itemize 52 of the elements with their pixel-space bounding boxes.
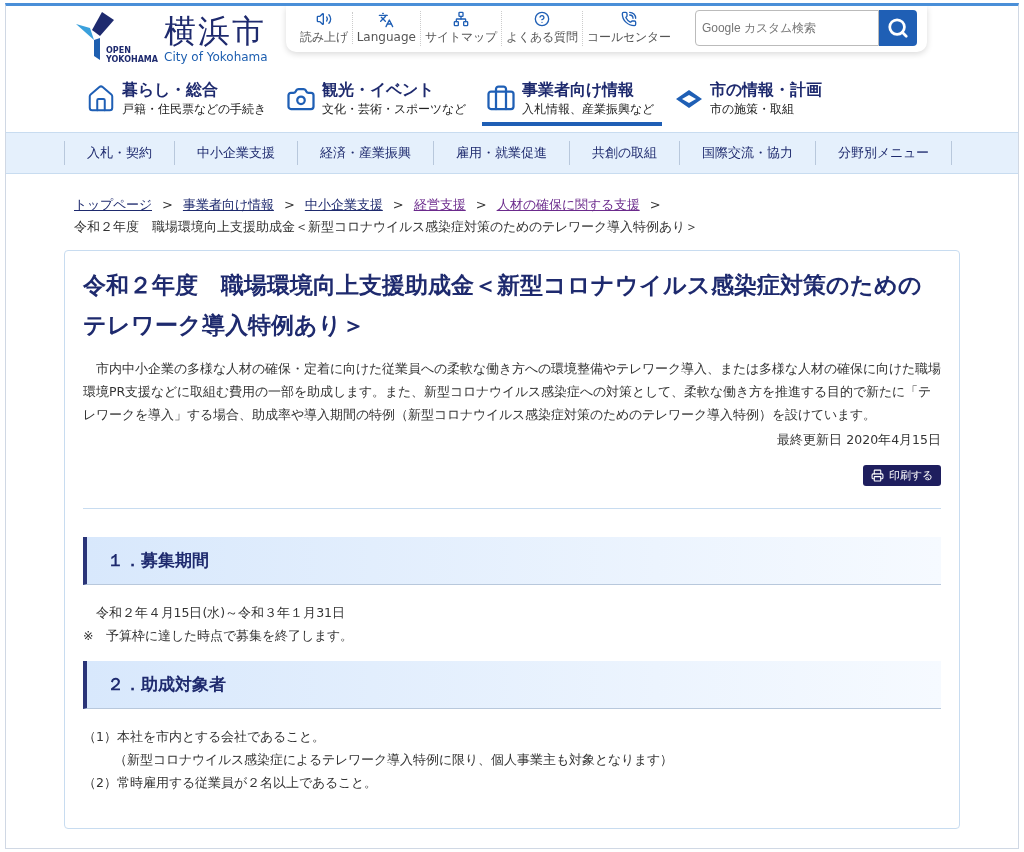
utility-link[interactable]: Language: [351, 12, 420, 44]
main-nav-tab[interactable]: 暮らし・総合 戸籍・住民票などの手続き: [82, 82, 274, 126]
sub-nav-link[interactable]: 雇用・就業促進: [433, 141, 569, 165]
sub-nav-link[interactable]: 入札・契約: [64, 141, 174, 165]
sub-nav-link[interactable]: 中小企業支援: [174, 141, 297, 165]
breadcrumb-separator: >: [475, 197, 487, 212]
utility-link[interactable]: サイトマップ: [419, 10, 501, 46]
utility-link[interactable]: よくある質問: [500, 10, 582, 46]
print-button[interactable]: 印刷する: [863, 465, 941, 486]
search-button[interactable]: [878, 10, 917, 46]
search-field[interactable]: Google カスタム検索: [694, 10, 879, 46]
diamond-icon: [674, 88, 704, 110]
main-nav-tab[interactable]: 観光・イベント 文化・芸術・スポーツなど: [282, 82, 474, 126]
phone-icon: [620, 10, 637, 27]
body-text: （新型コロナウイルス感染症によるテレワーク導入特例に限り、個人事業主も対象となります）: [113, 751, 675, 769]
printer-icon: [871, 469, 884, 482]
main-nav-tab[interactable]: 事業者向け情報 入札情報、産業振興など: [482, 82, 662, 126]
breadcrumb-separator: >: [162, 197, 173, 212]
breadcrumb-separator: >: [649, 197, 661, 212]
lead-paragraph: 市内中小企業の多様な人材の確保・定着に向けた従業員への柔軟な働き方への環境整備やテレワーク導入、または多様な人材の確保に向けた職場環境PR支援などに取組む費用の一部を助成します。また、新型コロナウイルス感染症への対策として、柔軟な働き方を推進する目的で新たに「テレワークを導入」する場合、助成率や導入期間の特例（新型コロナウイルス感染症対策のためのテレワーク導入特例）を設けています。: [83, 360, 941, 424]
body-text: （2）常時雇用する従業員が２名以上であること。: [83, 774, 378, 792]
sub-nav-link[interactable]: 分野別メニュー: [815, 141, 952, 165]
breadcrumb-separator: >: [392, 197, 404, 212]
page-title: 令和２年度 職場環境向上支援助成金＜新型コロナウイルス感染症対策のためのテレワーク導入特例あり＞: [83, 271, 923, 340]
sub-nav-link[interactable]: 国際交流・協力: [679, 141, 815, 165]
city-name: 横浜市: [164, 12, 267, 50]
main-nav-tab[interactable]: 市の情報・計画 市の施策・取組: [670, 82, 830, 126]
breadcrumb-link[interactable]: 人材の確保に関する支援: [496, 197, 640, 212]
breadcrumb-link[interactable]: 事業者向け情報: [182, 197, 274, 212]
sub-nav-link[interactable]: 共創の取組: [569, 141, 679, 165]
language-icon: [378, 12, 395, 28]
breadcrumb-current: 令和２年度 職場環境向上支援助成金＜新型コロナウイルス感染症対策のためのテレワーク導入特例あり＞: [74, 218, 699, 236]
body-text: ※ 予算枠に達した時点で募集を終了します。: [83, 627, 355, 645]
last-updated: 最終更新日 2020年4月15日: [777, 432, 941, 447]
sub-nav-link[interactable]: 経済・産業振興: [297, 141, 433, 165]
sitemap-icon: [452, 10, 469, 27]
section-heading: １．募集期間: [83, 537, 941, 585]
home-icon: [86, 84, 116, 114]
section-heading: ２．助成対象者: [83, 661, 941, 709]
utility-link[interactable]: コールセンター: [581, 10, 675, 46]
speaker-icon: [315, 10, 332, 27]
breadcrumb-separator: >: [283, 197, 295, 212]
utility-link[interactable]: 読み上げ: [295, 10, 352, 46]
body-text: （1）本社を市内とする会社であること。: [83, 728, 326, 746]
breadcrumb-link[interactable]: トップページ: [74, 197, 152, 212]
question-icon: [533, 10, 550, 27]
body-text: 令和２年４月15日(水)～令和３年１月31日: [94, 604, 347, 622]
city-name-english: City of Yokohama: [164, 50, 268, 64]
breadcrumb-link[interactable]: 経営支援: [413, 197, 466, 212]
breadcrumb-link[interactable]: 中小企業支援: [304, 197, 383, 212]
logo-tagline: OPEN YOKOHAMA: [106, 46, 158, 64]
search-icon: [886, 17, 909, 39]
